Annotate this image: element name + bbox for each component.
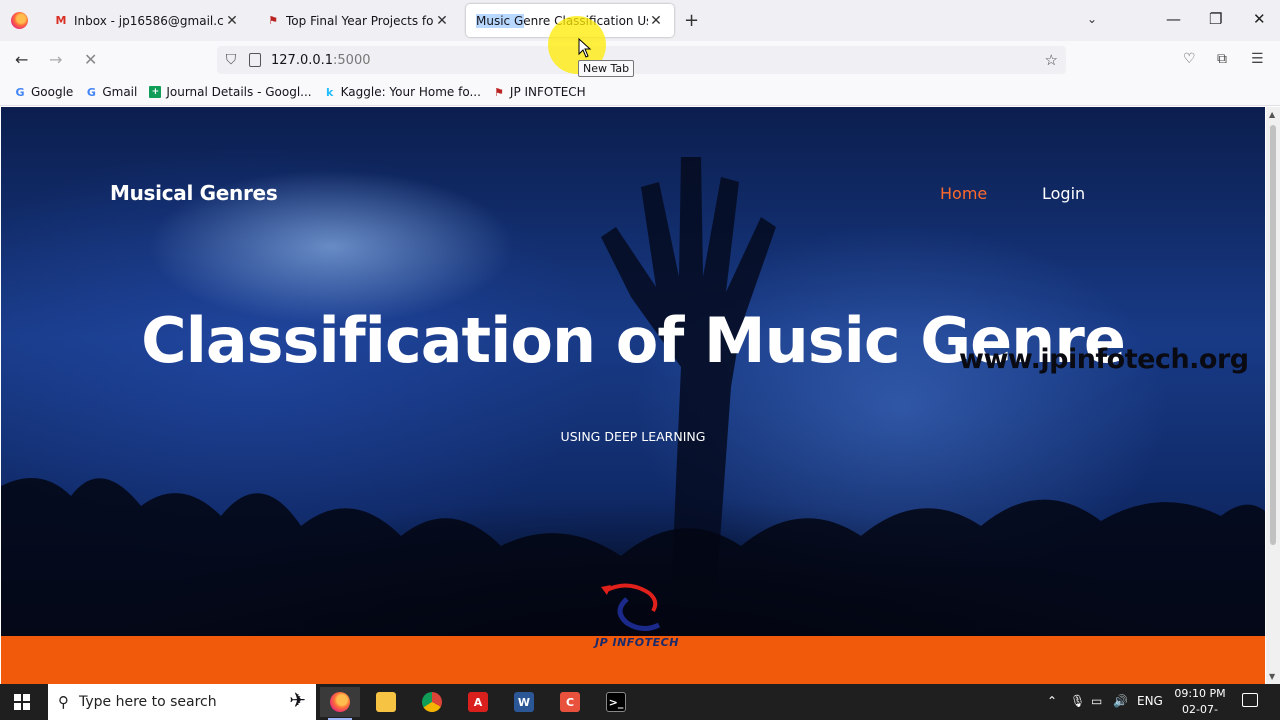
- bookmark-label: Google: [31, 85, 74, 99]
- sheets-icon: +: [149, 86, 162, 98]
- gmail-icon: M: [55, 14, 67, 27]
- minimize-button[interactable]: —: [1166, 10, 1181, 28]
- web-page: Musical Genres Home Login Classification…: [1, 107, 1265, 684]
- watermark: www.jpinfotech.org: [959, 344, 1249, 375]
- terminal-icon: >_: [606, 692, 626, 712]
- tab-final-year-projects[interactable]: ⚑ Top Final Year Projects for Comp ✕: [256, 4, 460, 37]
- word-icon: W: [514, 692, 534, 712]
- acrobat-icon: A: [468, 692, 488, 712]
- close-icon[interactable]: ✕: [224, 13, 240, 29]
- hero-subtitle: USING DEEP LEARNING: [560, 429, 706, 444]
- clock-date: 02-07-2023: [1182, 703, 1218, 720]
- windows-start-icon[interactable]: [14, 694, 30, 710]
- close-window-button[interactable]: ✕: [1253, 10, 1266, 28]
- taskbar-file-explorer[interactable]: [366, 687, 406, 717]
- tab-title: Top Final Year Projects for Comp: [286, 13, 434, 28]
- chrome-icon: [422, 692, 442, 712]
- bookmarks-bar: G Google G Gmail + Journal Details - Goo…: [0, 79, 1280, 106]
- firefox-icon[interactable]: [11, 12, 28, 29]
- clock-time: 09:10 PM: [1174, 687, 1226, 700]
- restore-button[interactable]: ❐: [1209, 10, 1222, 28]
- url-port: :5000: [333, 52, 371, 68]
- scroll-up-icon[interactable]: ▲: [1269, 110, 1275, 119]
- site-brand[interactable]: Musical Genres: [110, 181, 278, 205]
- menu-icon[interactable]: ☰: [1251, 51, 1264, 67]
- navigation-toolbar: ← → ✕ ⛉ 127.0.0.1:5000 ☆ ♡ ⧉ ☰: [0, 41, 1280, 79]
- new-tab-button[interactable]: +: [684, 10, 699, 31]
- bookmark-jp-infotech[interactable]: ⚑ JP INFOTECH: [493, 85, 586, 99]
- scroll-down-icon[interactable]: ▼: [1269, 672, 1275, 681]
- bookmark-kaggle[interactable]: k Kaggle: Your Home fo...: [324, 85, 481, 99]
- jp-infotech-icon: ⚑: [493, 85, 504, 99]
- taskbar-acrobat[interactable]: A: [458, 687, 498, 717]
- page-scrollbar[interactable]: ▲ ▼: [1266, 107, 1280, 684]
- url-host: 127.0.0.1: [271, 52, 334, 68]
- bookmark-google[interactable]: G Google: [14, 85, 73, 99]
- kaggle-icon: k: [325, 85, 334, 99]
- taskbar-word[interactable]: W: [504, 687, 544, 717]
- chevron-down-icon[interactable]: ⌄: [1087, 12, 1097, 26]
- address-bar[interactable]: ⛉ 127.0.0.1:5000 ☆: [217, 46, 1066, 74]
- project-icon: ⚑: [268, 14, 278, 27]
- show-hidden-icons-chevron-icon[interactable]: ⌃: [1047, 694, 1057, 708]
- new-tab-tooltip: New Tab: [578, 60, 635, 77]
- taskbar-search[interactable]: ⚲ Type here to search ✈: [48, 684, 316, 720]
- back-button[interactable]: ←: [15, 50, 28, 69]
- stop-loading-icon[interactable]: ✕: [84, 50, 97, 69]
- jp-infotech-logo-icon: [601, 583, 661, 631]
- taskbar-firefox[interactable]: [320, 687, 360, 720]
- bookmark-label: Journal Details - Googl...: [166, 85, 312, 99]
- search-icon: ⚲: [58, 693, 69, 711]
- search-highlight-icon: ✈: [289, 688, 306, 712]
- microphone-icon[interactable]: 🎙: [1070, 694, 1085, 708]
- jp-infotech-logo-text: JP INFOTECH: [595, 636, 679, 649]
- folder-icon: [376, 692, 396, 712]
- pocket-icon[interactable]: ♡: [1183, 51, 1196, 67]
- taskbar-chrome[interactable]: [412, 687, 452, 717]
- bookmark-label: Gmail: [102, 85, 138, 99]
- extensions-icon[interactable]: ⧉: [1217, 51, 1227, 67]
- network-icon[interactable]: ▭: [1091, 694, 1102, 708]
- shield-icon[interactable]: ⛉: [223, 52, 239, 68]
- google-icon: G: [86, 85, 96, 99]
- forward-button[interactable]: →: [49, 50, 62, 69]
- camtasia-icon: C: [560, 692, 580, 712]
- windows-taskbar: ⚲ Type here to search ✈ A W C >_ ⌃ 🎙 ▭ 🔊…: [0, 684, 1280, 720]
- tab-gmail[interactable]: M Inbox - jp16586@gmail.com - G ✕: [44, 4, 250, 37]
- nav-home-link[interactable]: Home: [940, 184, 987, 203]
- scroll-thumb[interactable]: [1270, 125, 1276, 545]
- taskbar-terminal[interactable]: >_: [596, 687, 636, 717]
- language-indicator[interactable]: ENG: [1137, 694, 1163, 708]
- tab-strip: M Inbox - jp16586@gmail.com - G ✕ ⚑ Top …: [0, 0, 1280, 41]
- bookmark-gmail[interactable]: G Gmail: [85, 85, 138, 99]
- firefox-icon: [330, 692, 350, 712]
- tab-title: Inbox - jp16586@gmail.com - G: [74, 13, 224, 28]
- bookmark-label: JP INFOTECH: [509, 85, 586, 99]
- search-placeholder: Type here to search: [79, 694, 217, 710]
- taskbar-clock[interactable]: 09:10 PM 02-07-2023: [1170, 686, 1230, 720]
- taskbar-camtasia[interactable]: C: [550, 687, 590, 717]
- notification-icon[interactable]: [1242, 693, 1258, 707]
- google-icon: G: [15, 85, 25, 99]
- close-icon[interactable]: ✕: [648, 13, 664, 29]
- bookmark-label: Kaggle: Your Home fo...: [340, 85, 481, 99]
- bookmark-journal-details[interactable]: + Journal Details - Googl...: [149, 85, 312, 99]
- mouse-cursor-icon: [578, 37, 592, 61]
- page-icon[interactable]: [249, 53, 261, 67]
- close-icon[interactable]: ✕: [434, 13, 450, 29]
- nav-login-link[interactable]: Login: [1042, 184, 1085, 203]
- volume-icon[interactable]: 🔊: [1113, 694, 1128, 708]
- bookmark-star-icon[interactable]: ☆: [1045, 51, 1058, 69]
